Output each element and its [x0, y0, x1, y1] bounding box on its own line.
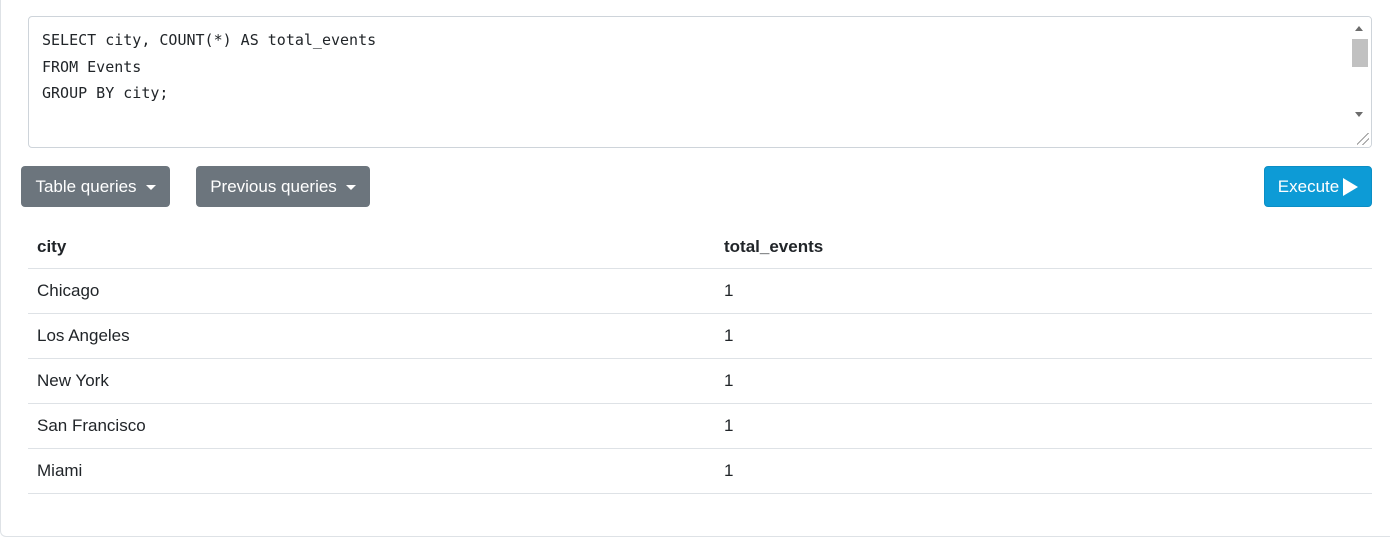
sql-line: FROM Events — [42, 57, 142, 76]
cell-city: New York — [28, 358, 715, 404]
table-queries-dropdown-button[interactable]: Table queries — [21, 166, 170, 207]
caret-down-icon — [345, 185, 356, 190]
previous-queries-dropdown-button[interactable]: Previous queries — [196, 166, 370, 207]
editor-scrollbar[interactable] — [1349, 17, 1371, 147]
table-row: Miami 1 — [28, 448, 1372, 494]
cell-total-events: 1 — [715, 268, 1372, 314]
cell-total-events: 1 — [715, 313, 1372, 359]
scroll-down-arrow-icon[interactable] — [1355, 112, 1363, 117]
table-row: San Francisco 1 — [28, 403, 1372, 449]
column-header-total-events: total_events — [715, 226, 1372, 269]
cell-total-events: 1 — [715, 403, 1372, 449]
sql-line: SELECT city, COUNT(*) AS total_events — [42, 31, 377, 49]
results-table: city total_events Chicago 1 Los Angeles … — [28, 226, 1372, 494]
execute-label: Execute — [1277, 176, 1340, 196]
sql-editor-text[interactable]: SELECT city, COUNT(*) AS total_events FRO… — [42, 27, 1347, 147]
cell-city: San Francisco — [28, 403, 715, 449]
sql-line: GROUP BY city; — [42, 84, 169, 102]
previous-queries-label: Previous queries — [210, 176, 337, 196]
cell-city: Los Angeles — [28, 313, 715, 359]
table-row: Los Angeles 1 — [28, 313, 1372, 359]
execute-button[interactable]: Execute — [1264, 166, 1372, 207]
cell-total-events: 1 — [715, 358, 1372, 404]
table-row: New York 1 — [28, 358, 1372, 404]
table-row: Chicago 1 — [28, 268, 1372, 314]
scroll-up-arrow-icon[interactable] — [1355, 26, 1363, 31]
play-icon — [1343, 177, 1359, 196]
cell-total-events: 1 — [715, 448, 1372, 494]
cell-city: Chicago — [28, 268, 715, 314]
column-header-city: city — [28, 226, 715, 269]
caret-down-icon — [145, 185, 156, 190]
scrollbar-thumb[interactable] — [1352, 39, 1368, 67]
query-panel: SELECT city, COUNT(*) AS total_events FRO… — [0, 0, 1390, 537]
sql-editor[interactable]: SELECT city, COUNT(*) AS total_events FRO… — [28, 16, 1372, 148]
table-header-row: city total_events — [28, 226, 1372, 269]
resize-grip-icon[interactable] — [1357, 133, 1369, 145]
table-queries-label: Table queries — [35, 176, 137, 196]
cell-city: Miami — [28, 448, 715, 494]
